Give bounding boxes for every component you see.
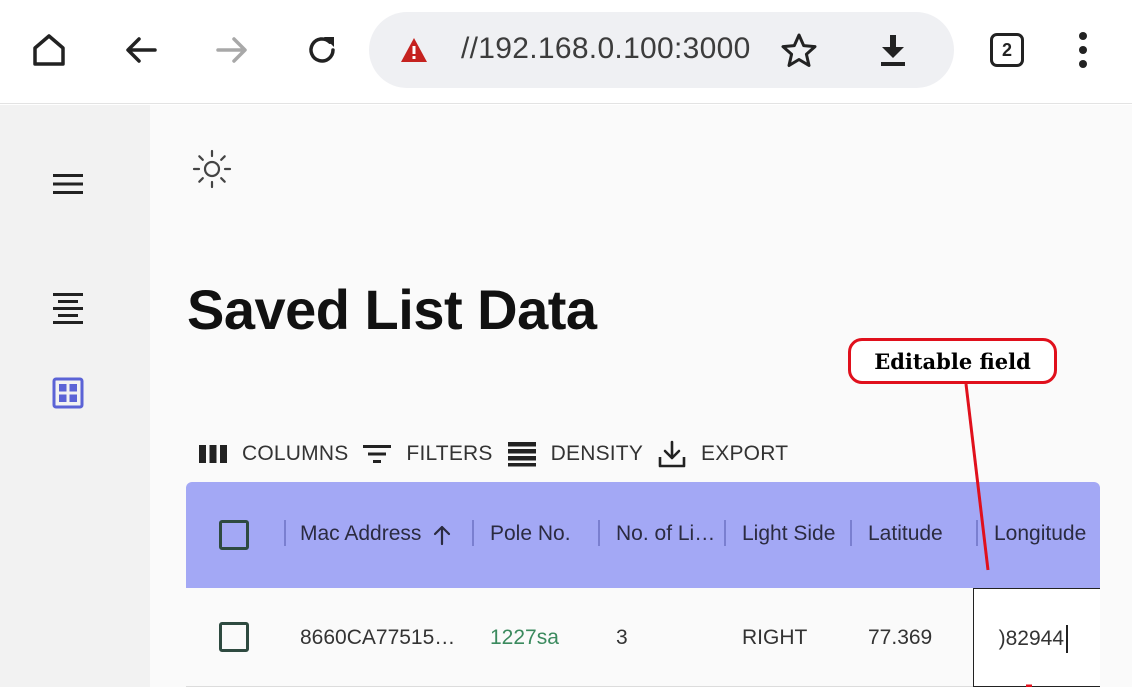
filters-button[interactable]: FILTERS xyxy=(362,442,492,466)
column-header-latitude[interactable]: Latitude xyxy=(868,522,943,546)
column-header-pole-no[interactable]: Pole No. xyxy=(490,522,571,546)
column-separator[interactable] xyxy=(976,520,978,546)
column-separator[interactable] xyxy=(472,520,474,546)
columns-icon xyxy=(199,445,227,463)
column-header-mac-address[interactable]: Mac Address xyxy=(300,522,421,546)
sidebar-item-grid[interactable] xyxy=(48,373,88,413)
column-separator[interactable] xyxy=(284,520,286,546)
address-bar[interactable]: //192.168.0.100:3000 xyxy=(369,12,954,88)
column-separator[interactable] xyxy=(724,520,726,546)
home-button[interactable] xyxy=(19,20,79,80)
sort-ascending-icon[interactable] xyxy=(432,524,452,546)
cell-pole-no[interactable]: 1227sa xyxy=(490,626,559,650)
column-separator[interactable] xyxy=(598,520,600,546)
columns-button[interactable]: COLUMNS xyxy=(198,442,348,466)
longitude-input[interactable] xyxy=(974,625,1066,653)
grid-toolbar: COLUMNS FILTERS DENSITY EXPORT xyxy=(198,437,802,471)
cell-mac-address[interactable]: 8660CA77515… xyxy=(300,626,455,650)
page-title: Saved List Data xyxy=(187,278,597,341)
reload-button[interactable] xyxy=(292,20,352,80)
browser-toolbar: //192.168.0.100:3000 2 xyxy=(0,0,1132,104)
export-button[interactable]: EXPORT xyxy=(657,439,788,469)
filters-label: FILTERS xyxy=(406,442,493,465)
back-button[interactable] xyxy=(111,20,171,80)
column-header-light-side[interactable]: Light Side xyxy=(742,522,835,546)
list-icon xyxy=(53,293,83,324)
cell-no-of-lights[interactable]: 3 xyxy=(616,626,628,650)
warning-icon xyxy=(401,38,427,62)
forward-button[interactable] xyxy=(202,20,262,80)
sidebar xyxy=(0,105,150,687)
table-row[interactable]: 8660CA77515… 1227sa 3 RIGHT 77.369 xyxy=(186,588,1100,687)
menu-button[interactable] xyxy=(48,164,88,204)
text-caret xyxy=(1066,625,1068,653)
export-icon xyxy=(658,440,686,468)
cell-latitude[interactable]: 77.369 xyxy=(868,626,932,650)
columns-label: COLUMNS xyxy=(242,442,349,465)
grid-icon xyxy=(52,377,84,409)
column-separator[interactable] xyxy=(850,520,852,546)
forward-icon xyxy=(216,37,247,63)
select-all-checkbox[interactable] xyxy=(219,520,249,550)
density-button[interactable]: DENSITY xyxy=(507,441,643,467)
sun-icon[interactable] xyxy=(190,147,234,191)
annotation-callout: Editable field xyxy=(848,338,1057,384)
sidebar-item-list[interactable] xyxy=(48,287,88,327)
reload-icon xyxy=(309,37,335,63)
annotation-label: Editable field xyxy=(874,348,1031,374)
menu-icon xyxy=(53,174,83,194)
column-header-longitude[interactable]: Longitude xyxy=(994,522,1086,546)
main-content: Saved List Data COLUMNS FILTERS DENSITY … xyxy=(150,105,1132,687)
export-label: EXPORT xyxy=(701,442,789,465)
url-text: //192.168.0.100:3000 xyxy=(461,32,751,65)
column-header-no-of-lights[interactable]: No. of Li… xyxy=(616,522,715,546)
star-icon[interactable] xyxy=(779,31,819,71)
density-icon xyxy=(507,442,536,467)
cell-longitude-editor[interactable] xyxy=(973,588,1100,687)
cell-light-side[interactable]: RIGHT xyxy=(742,626,807,650)
row-checkbox[interactable] xyxy=(219,622,249,652)
filter-icon xyxy=(363,445,392,463)
density-label: DENSITY xyxy=(550,442,644,465)
kebab-menu-icon[interactable] xyxy=(1069,28,1097,72)
back-icon xyxy=(126,37,157,63)
grid-header: Mac Address Pole No. No. of Li… Light Si… xyxy=(186,482,1100,588)
tab-switcher-icon[interactable]: 2 xyxy=(990,33,1024,67)
home-icon xyxy=(33,34,65,66)
download-icon[interactable] xyxy=(873,30,913,70)
